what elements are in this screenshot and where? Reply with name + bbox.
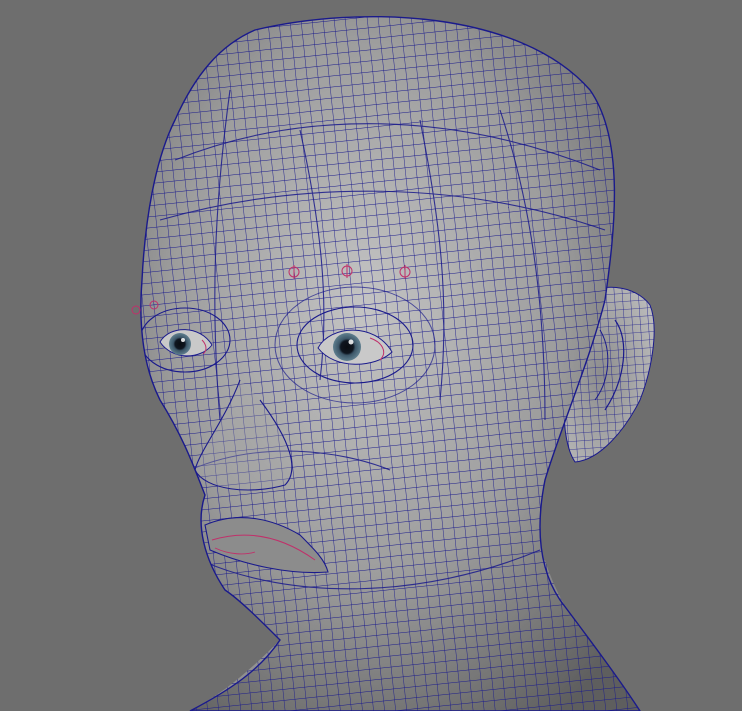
- viewport-canvas[interactable]: [0, 0, 742, 711]
- 3d-viewport[interactable]: [0, 0, 742, 711]
